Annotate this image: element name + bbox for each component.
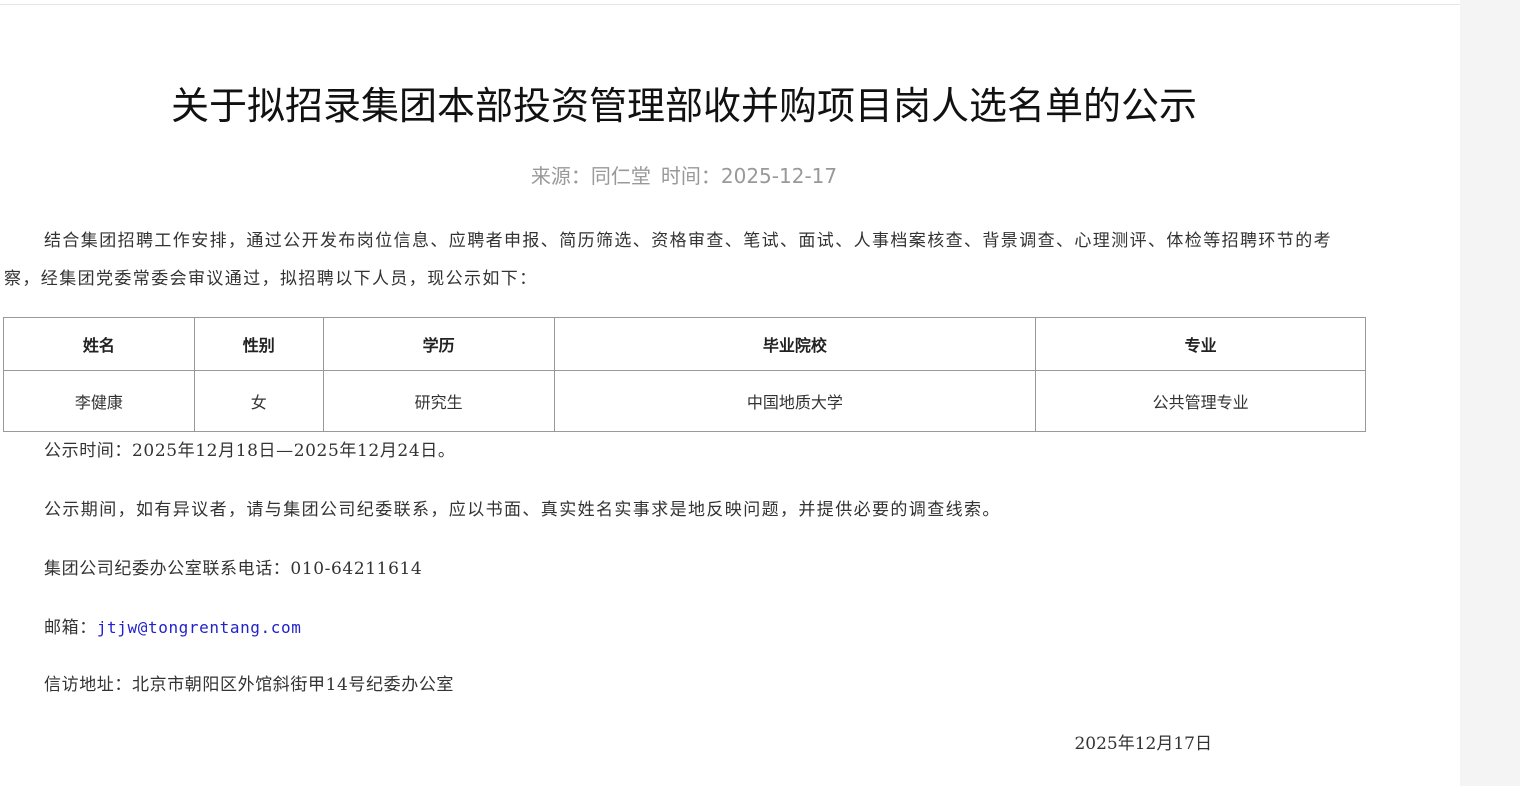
address-line: 信访地址：北京市朝阳区外馆斜街甲14号纪委办公室 (44, 675, 455, 695)
table-row: 李健康 女 研究生 中国地质大学 公共管理专业 (3, 370, 1366, 432)
table-header-row: 姓名 性别 学历 毕业院校 专业 (3, 317, 1366, 371)
source-value: 同仁堂 (590, 164, 651, 188)
header-gender: 性别 (193, 317, 324, 371)
cell-major: 公共管理专业 (1035, 370, 1366, 432)
notice-period: 公示时间：2025年12月18日—2025年12月24日。 (44, 441, 456, 461)
page-gutter (1460, 0, 1520, 786)
header-school: 毕业院校 (553, 317, 1037, 371)
cell-name: 李健康 (3, 370, 195, 432)
cell-school: 中国地质大学 (553, 370, 1037, 432)
cell-education: 研究生 (322, 370, 555, 432)
header-major: 专业 (1035, 317, 1366, 371)
article-meta: 来源：同仁堂 时间：2025-12-17 (0, 162, 1368, 190)
email-label: 邮箱： (44, 618, 97, 638)
page-title: 关于拟招录集团本部投资管理部收并购项目岗人选名单的公示 (170, 84, 1197, 128)
phone-line: 集团公司纪委办公室联系电话：010-64211614 (44, 559, 423, 579)
header-name: 姓名 (3, 317, 195, 371)
cell-gender: 女 (193, 370, 324, 432)
publish-date: 2025-12-17 (720, 164, 838, 188)
objection-note: 公示期间，如有异议者，请与集团公司纪委联系，应以书面、真实姓名实事求是地反映问题… (44, 500, 1001, 520)
email-link[interactable]: jtjw@tongrentang.com (97, 618, 302, 637)
intro-paragraph: 结合集团招聘工作安排，通过公开发布岗位信息、应聘者申报、简历筛选、资格审查、笔试… (4, 231, 1332, 289)
time-label: 时间： (660, 164, 721, 188)
header-education: 学历 (322, 317, 555, 371)
signature-date: 2025年12月17日 (1074, 734, 1212, 754)
source-label: 来源： (530, 164, 591, 188)
candidate-table: 姓名 性别 学历 毕业院校 专业 李健康 女 研究生 中国地质大学 公共管理专业 (3, 317, 1366, 432)
email-line: 邮箱：jtjw@tongrentang.com (44, 615, 301, 641)
top-divider (0, 4, 1460, 5)
